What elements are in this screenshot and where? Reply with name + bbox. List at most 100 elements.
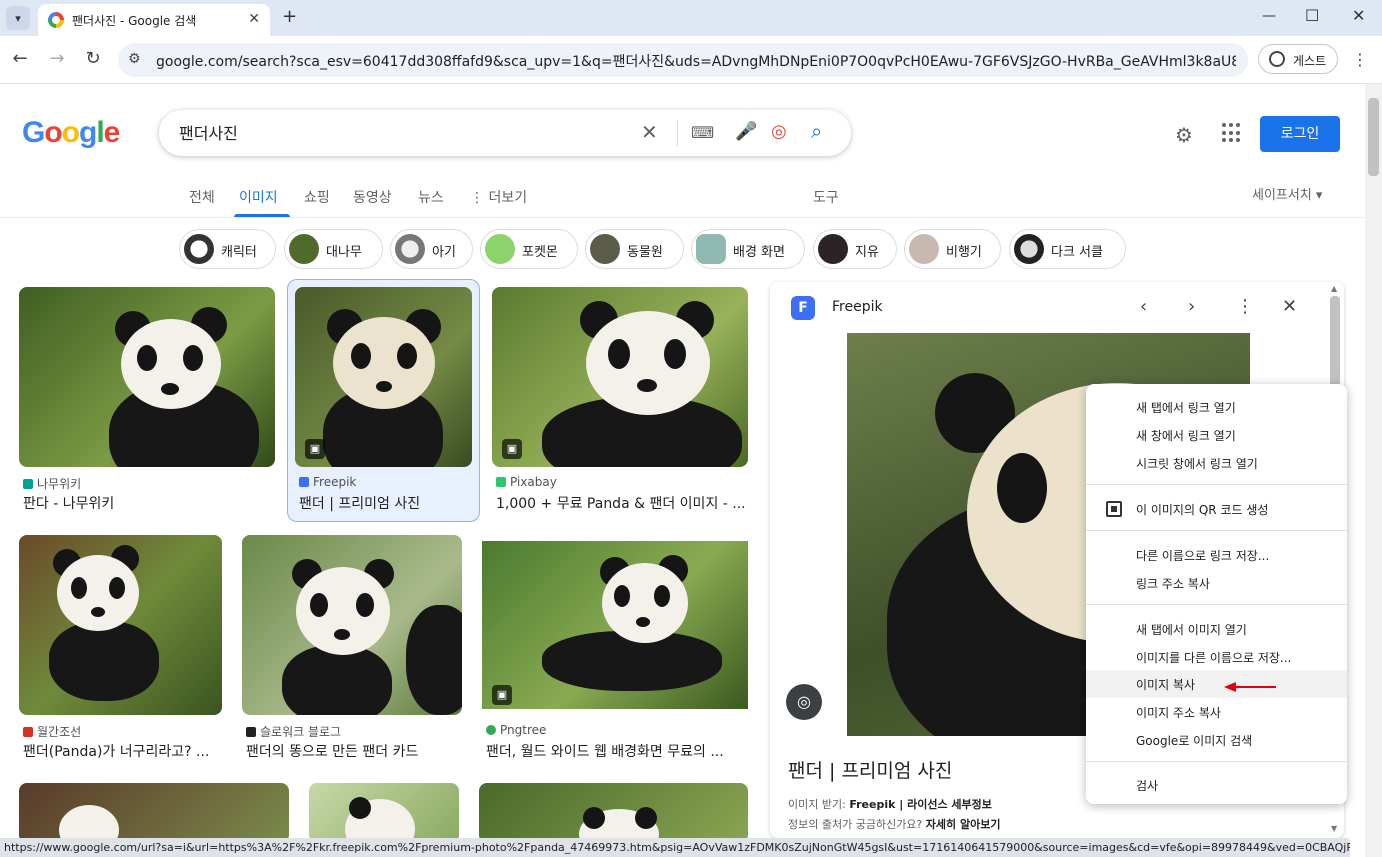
menu-save-image-as[interactable]: 이미지를 다른 이름으로 저장... <box>1086 643 1347 671</box>
google-apps-icon[interactable] <box>1222 123 1242 143</box>
chip-zoo[interactable]: 동물원 <box>585 229 684 269</box>
search-box[interactable]: ✕ ⌨ 🎤 ◎ ⌕ <box>159 110 851 156</box>
new-tab-button[interactable]: + <box>282 6 297 27</box>
url-text[interactable]: google.com/search?sca_esv=60417dd308ffaf… <box>156 51 1236 71</box>
result-title[interactable]: 팬더 | 프리미엄 사진 <box>299 493 474 513</box>
result-title[interactable]: 판다 - 나무위키 <box>23 493 273 513</box>
result-source[interactable]: 나무위키 <box>23 475 81 492</box>
tab-news[interactable]: 뉴스 <box>418 187 444 207</box>
chip-thumbnail <box>818 234 848 264</box>
result-title[interactable]: 1,000 + 무료 Panda & 팬더 이미지 - ... <box>496 493 748 513</box>
tab-more[interactable]: ⋮ 더보기 <box>470 187 527 207</box>
settings-gear-icon[interactable]: ⚙ <box>1175 123 1193 147</box>
result-source[interactable]: Pixabay <box>496 475 557 489</box>
tab-shopping[interactable]: 쇼핑 <box>304 187 330 207</box>
chip-dark-circles[interactable]: 다크 서클 <box>1009 229 1126 269</box>
chip-label: 아기 <box>432 245 456 260</box>
panel-title[interactable]: 팬더 | 프리미엄 사진 <box>788 756 952 783</box>
menu-open-image-new-tab[interactable]: 새 탭에서 이미지 열기 <box>1086 615 1347 643</box>
menu-save-link-as[interactable]: 다른 이름으로 링크 저장... <box>1086 541 1347 569</box>
license-site[interactable]: Freepik <box>849 798 895 811</box>
result-image[interactable] <box>19 535 222 715</box>
tools-button[interactable]: 도구 <box>813 187 839 207</box>
context-menu: 새 탭에서 링크 열기 새 창에서 링크 열기 시크릿 창에서 링크 열기 이 … <box>1086 384 1347 804</box>
chip-thumbnail <box>184 234 214 264</box>
search-input[interactable] <box>179 122 619 141</box>
lens-camera-icon[interactable]: ◎ <box>771 121 787 142</box>
license-info: 이미지 받기: Freepik | 라이선스 세부정보 <box>788 798 992 811</box>
menu-copy-link-address[interactable]: 링크 주소 복사 <box>1086 569 1347 597</box>
login-button[interactable]: 로그인 <box>1260 116 1340 152</box>
previous-icon[interactable]: ‹ <box>1140 296 1147 317</box>
profile-label: 게스트 <box>1293 54 1327 68</box>
clear-icon[interactable]: ✕ <box>641 120 658 144</box>
search-icon[interactable]: ⌕ <box>811 119 822 143</box>
menu-open-link-new-window[interactable]: 새 창에서 링크 열기 <box>1086 421 1347 449</box>
menu-open-link-incognito[interactable]: 시크릿 창에서 링크 열기 <box>1086 449 1347 477</box>
result-title[interactable]: 팬더, 월드 와이드 웹 배경화면 무료의 ... <box>486 741 746 761</box>
menu-copy-image[interactable]: 이미지 복사 <box>1086 670 1347 698</box>
back-button[interactable]: ← <box>8 48 32 69</box>
logo-letter: o <box>44 116 62 149</box>
browser-menu-icon[interactable]: ⋮ <box>1352 50 1368 69</box>
microphone-icon[interactable]: 🎤 <box>735 121 757 142</box>
safesearch-dropdown[interactable]: 세이프서치 ▾ <box>1252 184 1322 203</box>
google-logo[interactable]: Google <box>22 116 120 150</box>
maximize-button[interactable]: ☐ <box>1305 6 1319 25</box>
menu-copy-image-address[interactable]: 이미지 주소 복사 <box>1086 698 1347 726</box>
menu-inspect[interactable]: 검사 <box>1086 771 1347 799</box>
page-scrollbar[interactable] <box>1365 84 1382 857</box>
tab-images[interactable]: 이미지 <box>239 187 278 207</box>
chip-label: 동물원 <box>627 245 663 260</box>
chip-wallpaper[interactable]: 배경 화면 <box>691 229 805 269</box>
tab-close-icon[interactable]: ✕ <box>248 11 260 27</box>
tab-search-button[interactable]: ▾ <box>6 6 30 30</box>
qr-code-icon <box>1106 501 1122 517</box>
learn-more-link[interactable]: 자세히 알아보기 <box>926 818 1001 831</box>
minimize-button[interactable]: — <box>1262 8 1276 24</box>
result-source[interactable]: Freepik <box>299 475 356 489</box>
result-image[interactable] <box>242 535 462 715</box>
browser-tab[interactable]: 팬더사진 - Google 검색 ✕ <box>38 4 270 36</box>
address-bar[interactable]: ⚙ google.com/search?sca_esv=60417dd308ff… <box>118 43 1248 77</box>
result-source[interactable]: Pngtree <box>486 723 546 737</box>
menu-search-image-google[interactable]: Google로 이미지 검색 <box>1086 726 1347 754</box>
forward-button[interactable]: → <box>45 48 69 69</box>
chip-pokemon[interactable]: 포켓몬 <box>480 229 578 269</box>
result-image[interactable] <box>19 287 275 467</box>
result-image[interactable] <box>309 783 459 843</box>
panel-scroll-down-icon[interactable]: ▼ <box>1331 824 1337 833</box>
lens-search-icon[interactable]: ◎ <box>786 684 822 720</box>
chip-character[interactable]: 캐릭터 <box>179 229 276 269</box>
site-info-icon[interactable]: ⚙ <box>128 51 141 67</box>
result-image[interactable]: ▣ <box>295 287 472 467</box>
close-window-button[interactable]: ✕ <box>1352 6 1365 25</box>
result-image[interactable] <box>479 783 748 843</box>
chip-jiyu[interactable]: 지유 <box>813 229 897 269</box>
result-title[interactable]: 팬더의 똥으로 만든 팬더 카드 <box>246 741 462 761</box>
result-source[interactable]: 월간조선 <box>23 723 81 740</box>
tab-all[interactable]: 전체 <box>189 187 215 207</box>
next-icon[interactable]: › <box>1188 296 1195 317</box>
panel-scroll-up-icon[interactable]: ▲ <box>1331 284 1337 293</box>
reload-button[interactable]: ↻ <box>81 48 105 69</box>
close-icon[interactable]: ✕ <box>1282 296 1297 317</box>
result-title[interactable]: 팬더(Panda)가 너구리라고? ... <box>23 741 223 761</box>
chip-thumbnail <box>395 234 425 264</box>
chip-airplane[interactable]: 비행기 <box>904 229 1001 269</box>
tab-videos[interactable]: 동영상 <box>353 187 392 207</box>
keyboard-icon[interactable]: ⌨ <box>691 123 714 142</box>
result-image[interactable]: ▣ <box>492 287 748 467</box>
chip-baby[interactable]: 아기 <box>390 229 473 269</box>
page-scroll-thumb[interactable] <box>1368 98 1379 176</box>
panel-site-name[interactable]: Freepik <box>832 299 883 315</box>
result-image[interactable] <box>19 783 289 843</box>
result-source[interactable]: 슬로워크 블로그 <box>246 723 341 740</box>
menu-open-link-new-tab[interactable]: 새 탭에서 링크 열기 <box>1086 393 1347 421</box>
result-image[interactable]: ▣ <box>482 541 748 709</box>
profile-button[interactable]: 게스트 <box>1258 44 1338 74</box>
menu-create-qr-code[interactable]: 이 이미지의 QR 코드 생성 <box>1086 495 1347 523</box>
license-link[interactable]: 라이선스 세부정보 <box>907 798 992 811</box>
more-options-icon[interactable]: ⋮ <box>1236 296 1254 317</box>
chip-bamboo[interactable]: 대나무 <box>284 229 383 269</box>
